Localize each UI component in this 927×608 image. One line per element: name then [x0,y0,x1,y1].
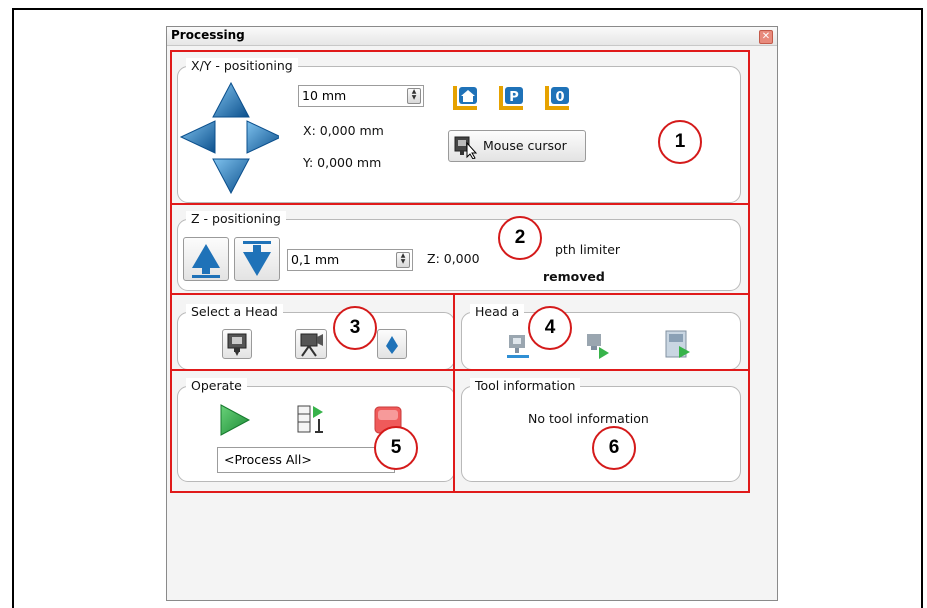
callout-box-5 [170,369,455,493]
callout-box-3 [170,293,455,371]
title-bar[interactable]: Processing ✕ [167,27,777,46]
callout-circle-3: 3 [333,306,377,350]
callout-box-2 [170,203,750,295]
window-title: Processing [171,28,245,42]
callout-circle-6: 6 [592,426,636,470]
close-icon[interactable]: ✕ [759,30,773,44]
callout-circle-2: 2 [498,216,542,260]
callout-circle-4: 4 [528,306,572,350]
callout-circle-1: 1 [658,120,702,164]
callout-box-4 [453,293,750,371]
callout-circle-5: 5 [374,426,418,470]
